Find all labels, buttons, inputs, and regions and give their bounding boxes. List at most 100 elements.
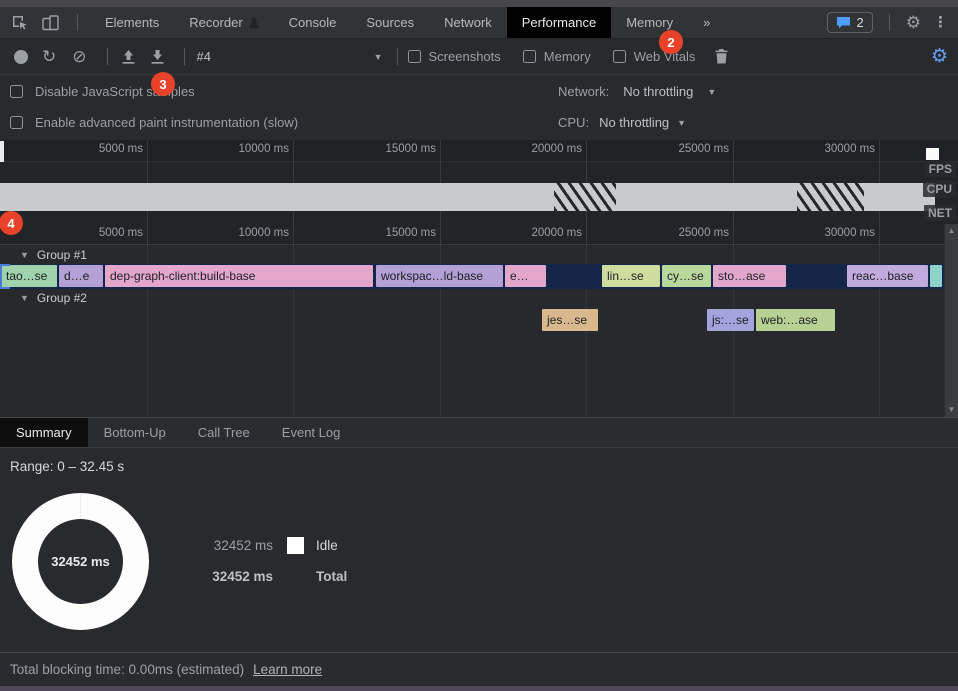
timeline-overview[interactable]: 5000 ms10000 ms15000 ms20000 ms25000 ms3…	[0, 140, 958, 224]
group-header-1[interactable]: ▼Group #1	[0, 246, 87, 264]
tab-elements[interactable]: Elements	[90, 7, 174, 38]
tab-[interactable]: »	[688, 7, 725, 38]
flame-bar[interactable]: d…e	[59, 265, 103, 287]
triangle-down-icon: ▼	[20, 293, 29, 303]
trash-icon[interactable]	[715, 49, 728, 64]
cpu-throttling[interactable]: CPU: No throttling ▼	[558, 115, 686, 130]
overview-tick	[586, 140, 587, 162]
inspect-element-icon[interactable]	[12, 15, 28, 31]
flame-scrollbar[interactable]: ▲ ▼	[944, 224, 958, 417]
flame-bar[interactable]: dep-graph-client:build-base	[105, 265, 373, 287]
scroll-down-icon[interactable]: ▼	[948, 406, 956, 414]
reload-record-icon[interactable]: ↻	[42, 48, 56, 65]
save-profile-icon[interactable]	[151, 50, 164, 64]
overview-gridline	[879, 211, 880, 224]
overview-left-handle[interactable]	[0, 141, 4, 162]
cpu-value: No throttling	[599, 115, 669, 130]
step-badge-4: 4	[0, 211, 23, 235]
overview-gridline	[879, 162, 880, 183]
overview-tick-label: 25000 ms	[654, 143, 729, 155]
details-tab-summary[interactable]: Summary	[0, 418, 88, 447]
issues-count: 2	[857, 15, 864, 30]
overview-tick	[440, 140, 441, 162]
memory-checkbox[interactable]	[523, 50, 536, 63]
cpu-label: CPU:	[558, 115, 589, 130]
overview-tick	[879, 140, 880, 162]
selection-bracket	[0, 264, 2, 289]
flame-tick	[879, 224, 880, 245]
range-text: Range: 0 – 32.45 s	[10, 459, 124, 474]
clear-recordings-icon[interactable]: ⊘	[72, 48, 86, 65]
details-tab-call-tree[interactable]: Call Tree	[182, 418, 266, 447]
legend-swatch	[287, 537, 304, 554]
flame-bar[interactable]: js:…se	[707, 309, 754, 331]
web-vitals-checkbox[interactable]	[613, 50, 626, 63]
track-row-2: jes…se js:…seweb:…ase	[0, 308, 944, 333]
devtools-tabs: ElementsRecorderConsoleSourcesNetworkPer…	[90, 7, 725, 38]
tab-network[interactable]: Network	[429, 7, 507, 38]
screenshots-checkbox[interactable]	[408, 50, 421, 63]
overview-gridline	[147, 211, 148, 224]
tab-sources[interactable]: Sources	[351, 7, 429, 38]
issues-chip[interactable]: 2	[827, 12, 873, 33]
group-label: Group #2	[37, 291, 87, 305]
selection-bracket-tick	[0, 264, 10, 266]
flame-tick	[147, 224, 148, 245]
group-header-2[interactable]: ▼ Group #2	[0, 289, 87, 307]
flame-bar[interactable]: lin…se	[602, 265, 660, 287]
step-badge-3: 3	[151, 72, 175, 96]
learn-more-link[interactable]: Learn more	[253, 662, 322, 677]
overview-cpu-band	[0, 183, 935, 211]
details-tab-bottom-up[interactable]: Bottom-Up	[88, 418, 182, 447]
record-button[interactable]	[14, 50, 28, 64]
flame-bar[interactable]: reac…base	[847, 265, 928, 287]
cpu-busy-hatch	[554, 183, 616, 211]
overview-gridline	[586, 162, 587, 183]
capture-settings-gear-icon[interactable]: ⚙	[931, 47, 948, 66]
overview-tick-label: 10000 ms	[214, 143, 289, 155]
flame-bar[interactable]: jes…se	[542, 309, 598, 331]
flame-bar[interactable]: cy…se	[662, 265, 711, 287]
flame-bar[interactable]: e…	[505, 265, 546, 287]
checkbox-label: Memory	[544, 49, 591, 64]
flame-bar[interactable]: sto…ase	[713, 265, 786, 287]
chevron-down-icon: ▼	[677, 118, 686, 128]
disable-js-samples-checkbox[interactable]	[10, 85, 23, 98]
flame-chart[interactable]: 5000 ms10000 ms15000 ms20000 ms25000 ms3…	[0, 224, 958, 417]
flame-ruler: 5000 ms10000 ms15000 ms20000 ms25000 ms3…	[0, 224, 958, 245]
flame-tick	[586, 224, 587, 245]
load-profile-icon[interactable]	[122, 50, 135, 64]
details-tab-event-log[interactable]: Event Log	[266, 418, 357, 447]
performance-toolbar: ↻ ⊘ #4 ▼ ScreenshotsMemoryWeb Vitals ⚙	[0, 39, 958, 75]
overview-gridline	[733, 211, 734, 224]
footer-bar: Total blocking time: 0.00ms (estimated) …	[0, 652, 958, 686]
settings-gear-icon[interactable]: ⚙	[906, 14, 921, 31]
checkbox-item-screenshots: Screenshots	[408, 49, 501, 64]
scroll-up-icon[interactable]: ▲	[948, 227, 956, 235]
overview-gridline	[147, 162, 148, 183]
checkbox-item-memory: Memory	[523, 49, 591, 64]
devtools-window: ElementsRecorderConsoleSourcesNetworkPer…	[0, 0, 958, 691]
flask-icon	[249, 17, 259, 29]
network-throttling[interactable]: Network: No throttling ▼	[558, 84, 716, 99]
tab-performance[interactable]: Performance	[507, 7, 611, 38]
flame-bar[interactable]	[930, 265, 942, 287]
tab-console[interactable]: Console	[274, 7, 352, 38]
tab-recorder[interactable]: Recorder	[174, 7, 273, 38]
history-dropdown[interactable]: #4 ▼	[189, 49, 393, 64]
legend-value: 32452 ms	[203, 569, 273, 584]
overview-gridline	[440, 162, 441, 183]
flame-bar[interactable]: workspac…ld-base	[376, 265, 503, 287]
checkbox-label: Screenshots	[429, 49, 501, 64]
device-toolbar-icon[interactable]	[42, 15, 59, 31]
flame-tick-label: 25000 ms	[654, 227, 729, 239]
group-label: Group #1	[37, 248, 87, 262]
overview-right-handle[interactable]	[926, 148, 939, 160]
flame-tick-label: 5000 ms	[68, 227, 143, 239]
flame-tick	[293, 224, 294, 245]
advanced-paint-checkbox[interactable]	[10, 116, 23, 129]
flame-bar[interactable]: web:…ase	[756, 309, 835, 331]
more-menu-icon[interactable]: ⋮	[933, 15, 948, 30]
flame-bar[interactable]: tao…se	[1, 265, 57, 287]
chevron-down-icon: ▼	[707, 87, 716, 97]
